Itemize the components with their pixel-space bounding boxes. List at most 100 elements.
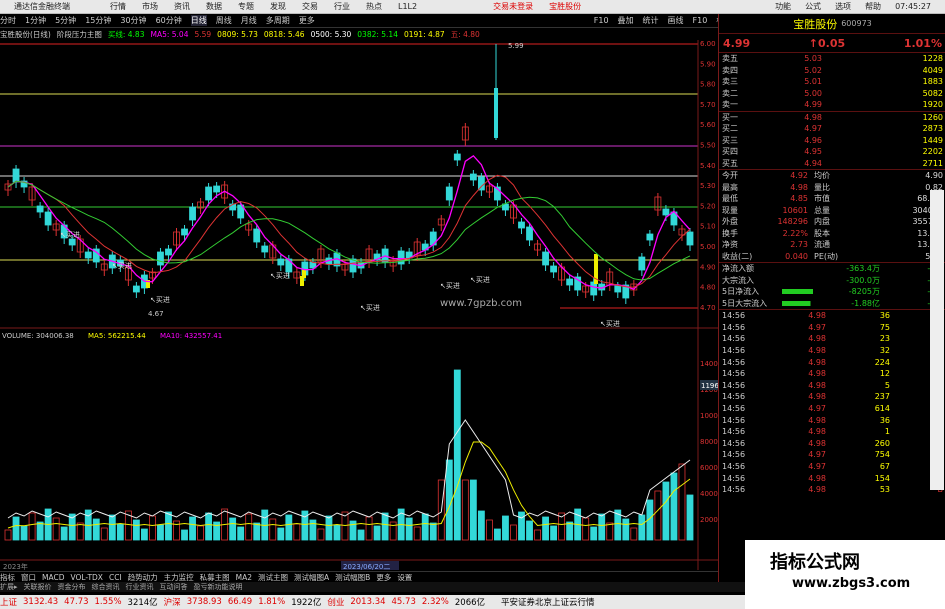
stat-label: 今开 <box>722 171 738 181</box>
volume-bar <box>622 518 630 541</box>
flow-label: 5日大宗流入 <box>722 298 768 308</box>
bid-row[interactable]: 买五 4.94 2711 <box>719 158 945 170</box>
tick-volume: 12 <box>879 369 890 379</box>
watermark-title: 指标公式网 <box>770 552 860 573</box>
stat-value: 10601 <box>782 205 808 215</box>
tick-row: 14:564.9775S <box>719 322 945 334</box>
price-axis-label: 5.90 <box>700 60 716 68</box>
menu-l1l2[interactable]: L1L2 <box>398 2 417 11</box>
tool-f10-2[interactable]: F10 <box>693 16 708 25</box>
indicator-name[interactable]: 阶段压力主图 <box>57 29 102 40</box>
idx-sh-change: 47.73 <box>64 597 89 607</box>
volume-bar <box>60 526 68 541</box>
indicator-tab[interactable]: MACD <box>42 573 64 582</box>
menu-hot[interactable]: 热点 <box>366 1 382 12</box>
menu-data[interactable]: 数据 <box>206 1 222 12</box>
tick-time: 14:56 <box>722 322 746 332</box>
buy-signal-label: ↖买进 <box>150 296 170 304</box>
menu-options[interactable]: 选项 <box>835 1 851 12</box>
tick-price: 4.98 <box>808 392 826 402</box>
period-1min[interactable]: 1分钟 <box>25 15 46 26</box>
menu-news[interactable]: 资讯 <box>174 1 190 12</box>
buy-signal-label: ↖买进 <box>600 320 620 328</box>
period-weekly[interactable]: 周线 <box>216 15 232 26</box>
bid-label: 买四 <box>722 147 738 157</box>
trade-login-status[interactable]: 交易未登录 <box>493 1 533 12</box>
side-tool-strip[interactable] <box>930 190 944 490</box>
ma10-line <box>7 174 691 288</box>
period-daily[interactable]: 日线 <box>190 15 207 26</box>
menu-market[interactable]: 市场 <box>142 1 158 12</box>
level-value-2: 0809: 5.73 <box>217 29 258 39</box>
extension-tab[interactable]: 互动问答 <box>160 582 188 592</box>
tick-list[interactable]: 14:564.9836B14:564.9775S14:564.9823B14:5… <box>719 309 945 496</box>
price-axis-label: 5.30 <box>700 182 716 190</box>
menu-discover[interactable]: 发现 <box>270 1 286 12</box>
tool-f10[interactable]: F10 <box>594 16 609 25</box>
menu-quotes[interactable]: 行情 <box>110 1 126 12</box>
extension-tab[interactable]: 行业资讯 <box>126 582 154 592</box>
ask-row[interactable]: 卖二 5.00 5082 <box>719 88 945 100</box>
idx-sh-label[interactable]: 上证 <box>0 596 17 608</box>
price-axis-label: 5.60 <box>700 121 716 129</box>
period-more[interactable]: 更多 <box>299 15 315 26</box>
period-intraday[interactable]: 分时 <box>0 15 16 26</box>
bid-row[interactable]: 买四 4.95 2202 <box>719 146 945 158</box>
period-multi[interactable]: 多周期 <box>266 15 290 26</box>
tool-draw[interactable]: 画线 <box>668 15 684 26</box>
menu-topics[interactable]: 专题 <box>238 1 254 12</box>
flow-bar <box>782 266 826 272</box>
tick-time: 14:56 <box>722 392 746 402</box>
volume-bar <box>165 511 172 541</box>
ask-row[interactable]: 卖四 5.02 4049 <box>719 65 945 77</box>
candle-body <box>205 186 213 201</box>
tick-volume: 154 <box>874 473 890 483</box>
menu-help[interactable]: 帮助 <box>865 1 881 12</box>
volume-bar <box>157 524 164 541</box>
tick-volume: 36 <box>879 415 890 425</box>
bid-row[interactable]: 买一 4.98 1260 <box>719 112 945 124</box>
menu-industry[interactable]: 行业 <box>334 1 350 12</box>
indicator-tab[interactable]: VOL-TDX <box>70 573 102 582</box>
menu-formula[interactable]: 公式 <box>805 1 821 12</box>
menu-function[interactable]: 功能 <box>775 1 791 12</box>
buy-signal-label: ↖买进 <box>360 304 380 312</box>
candle-body <box>213 185 221 193</box>
kline-chart[interactable]: 6.00 5.90 5.80 5.70 5.60 5.50 5.40 5.30 5.20 5.10… <box>0 40 718 572</box>
idx-hs-label[interactable]: 沪深 <box>164 596 181 608</box>
period-60min[interactable]: 60分钟 <box>156 15 182 26</box>
volume-bar <box>526 520 533 541</box>
stat-label-2: PE(动) <box>814 251 839 261</box>
volume-axis-label: 8000 <box>700 438 718 446</box>
volume-bar <box>381 512 389 541</box>
tool-stats[interactable]: 统计 <box>643 15 659 26</box>
bid-row[interactable]: 买二 4.97 2873 <box>719 123 945 135</box>
tick-row: 14:564.9832B <box>719 345 945 357</box>
period-30min[interactable]: 30分钟 <box>120 15 146 26</box>
tick-price: 4.98 <box>808 334 826 344</box>
tool-overlay[interactable]: 叠加 <box>618 15 634 26</box>
idx-cy-label[interactable]: 创业 <box>327 596 344 608</box>
idx-cy-amount: 2066亿 <box>454 598 486 608</box>
tick-volume: 1 <box>884 427 890 437</box>
bid-row[interactable]: 买三 4.96 1449 <box>719 135 945 147</box>
indicator-tab[interactable]: MA2 <box>236 573 252 582</box>
extension-tab[interactable]: 关联报价 <box>24 582 52 592</box>
extension-tab[interactable]: 盈亏新功能说明 <box>194 582 243 592</box>
ask-row[interactable]: 卖五 5.03 1228 <box>719 53 945 65</box>
candle-body <box>132 285 140 293</box>
indicator-tab[interactable]: CCI <box>109 573 122 582</box>
period-15min[interactable]: 15分钟 <box>85 15 111 26</box>
period-5min[interactable]: 5分钟 <box>55 15 76 26</box>
extension-tab[interactable]: 综合资讯 <box>92 582 120 592</box>
extension-tab[interactable]: 扩展▸ <box>0 582 18 592</box>
volume-bar <box>365 516 373 541</box>
menu-trade[interactable]: 交易 <box>302 1 318 12</box>
period-monthly[interactable]: 月线 <box>241 15 257 26</box>
volume-bar <box>189 516 196 541</box>
tick-price: 4.98 <box>808 427 826 437</box>
ask-row[interactable]: 卖三 5.01 1883 <box>719 76 945 88</box>
ask-row[interactable]: 卖一 4.99 1920 <box>719 99 945 111</box>
volume-ma10: MA10: 432557.41 <box>160 332 222 340</box>
extension-tab[interactable]: 资金分布 <box>58 582 86 592</box>
